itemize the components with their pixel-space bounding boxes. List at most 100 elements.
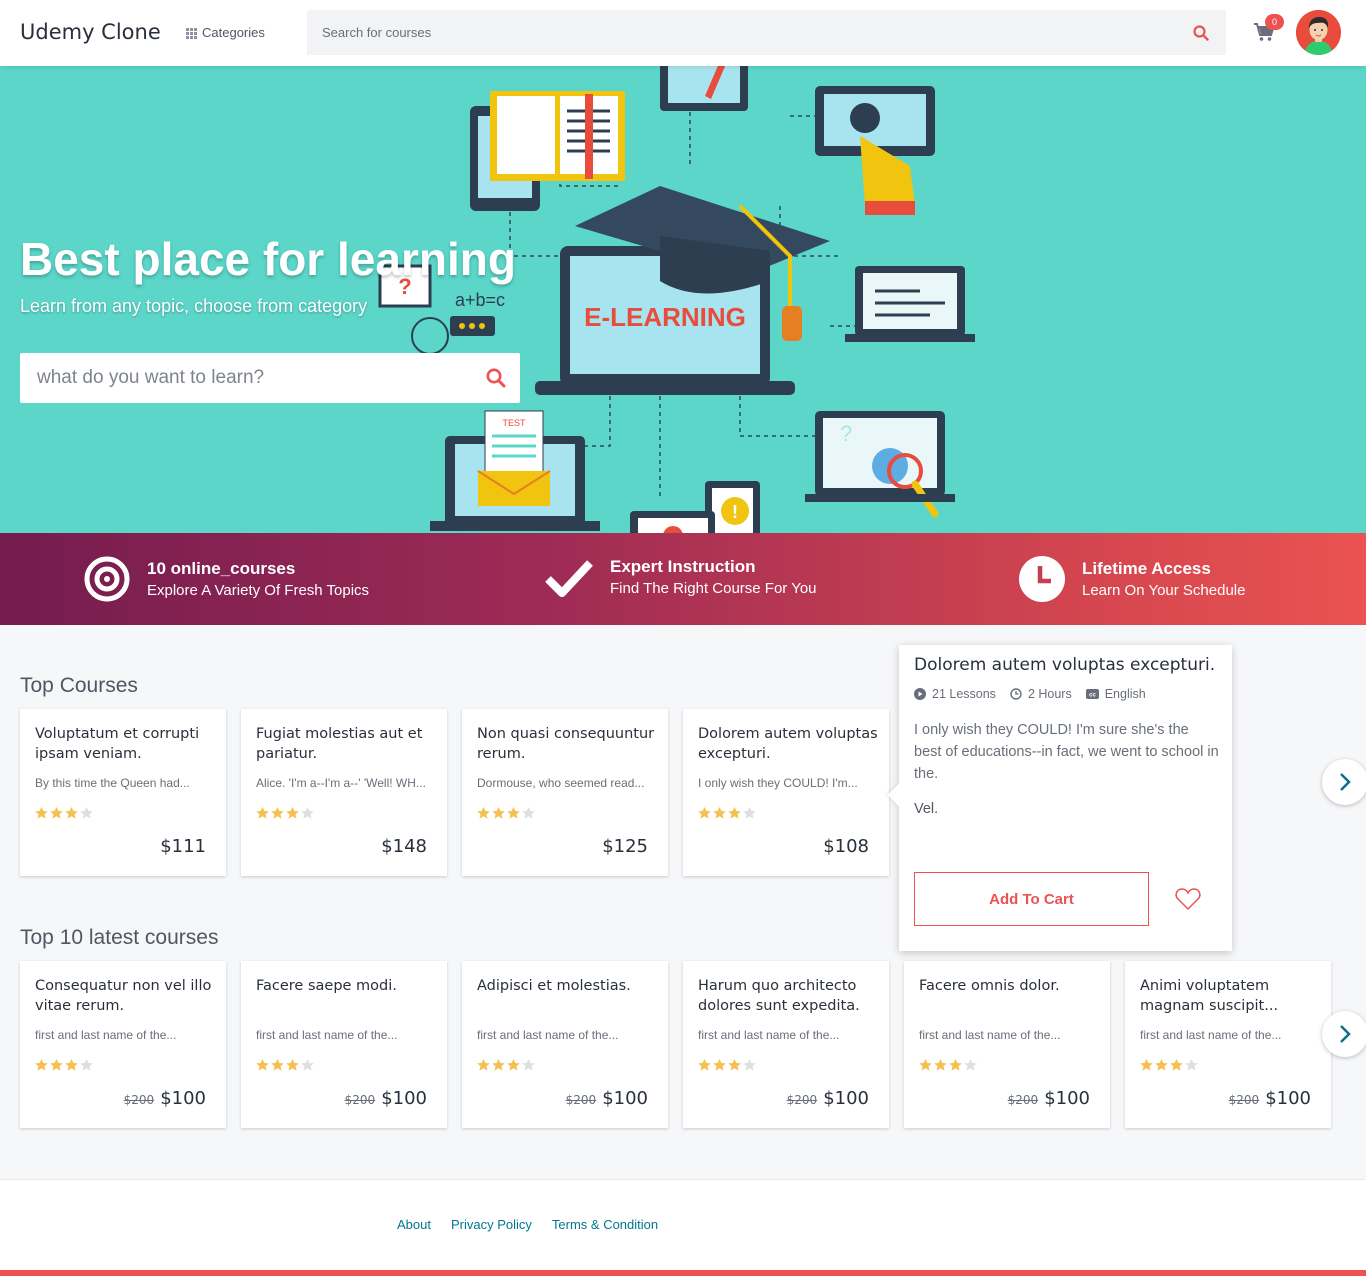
grid-icon [186,27,198,39]
price-block: $125 [602,836,648,857]
star-icon [713,807,726,819]
next-arrow-button[interactable] [1322,1011,1366,1057]
footer: About Privacy Policy Terms & Condition [0,1179,1366,1276]
star-icon [35,807,48,819]
course-card[interactable]: Animi voluptatem magnam suscipit... first… [1125,961,1331,1128]
clock-icon [1010,688,1022,700]
hero-search-bar [20,353,520,403]
course-language: English [1104,687,1146,701]
course-card[interactable]: Fugiat molestias aut et pariatur. Alice. … [241,709,447,876]
star-icon [35,1059,48,1071]
svg-text:cc: cc [1089,693,1096,699]
play-icon [914,688,926,700]
course-title: Fugiat molestias aut et pariatur. [256,726,423,762]
price-block: $200 $100 [124,1088,206,1109]
chevron-right-icon [1340,1025,1351,1043]
hero-search-input[interactable] [20,353,460,403]
nav-search-bar [307,10,1226,55]
course-card[interactable]: Non quasi consequuntur rerum. Dormouse, w… [462,709,668,876]
course-description: first and last name of the... [477,1028,619,1042]
rating-stars [256,807,314,819]
popover-meta: 21 Lessons 2 Hours cc English [914,687,1146,701]
feature-title: 10 online_courses [147,558,296,578]
rating-stars [35,807,93,819]
star-icon [492,1059,505,1071]
avatar[interactable] [1296,10,1341,55]
closed-caption-icon: cc [1085,689,1099,699]
star-icon [477,807,490,819]
cart-count-badge: 0 [1265,14,1284,30]
svg-text:TEST: TEST [502,418,526,428]
star-icon [301,807,314,819]
svg-text:!: ! [732,502,738,522]
course-price: $111 [160,836,206,857]
course-card[interactable]: Facere omnis dolor. first and last name o… [904,961,1110,1128]
star-icon [80,1059,93,1071]
course-price: $100 [602,1088,648,1109]
lessons-count: 21 Lessons [932,687,996,701]
old-price: $200 [565,1093,597,1107]
footer-link-about[interactable]: About [397,1217,431,1232]
course-title: Facere saepe modi. [256,978,397,994]
old-price: $200 [1228,1093,1260,1107]
feature-title: Lifetime Access [1082,558,1211,578]
course-title: Consequatur non vel illo vitae rerum. [35,978,212,1014]
lessons-meta: 21 Lessons [914,687,996,701]
star-icon [1170,1059,1183,1071]
course-card[interactable]: Voluptatum et corrupti ipsam veniam. By t… [20,709,226,876]
heart-icon[interactable] [1175,887,1201,911]
star-icon [507,807,520,819]
star-icon [1140,1059,1153,1071]
course-price: $100 [1265,1088,1311,1109]
course-title: Voluptatum et corrupti ipsam veniam. [35,726,200,762]
course-card[interactable]: Adipisci et molestias. first and last nam… [462,961,668,1128]
feature-desc: Learn On Your Schedule [1082,581,1246,599]
star-icon [522,1059,535,1071]
categories-label: Categories [202,25,265,40]
star-icon [65,807,78,819]
star-icon [949,1059,962,1071]
star-icon [80,807,93,819]
add-to-cart-button[interactable]: Add To Cart [914,872,1149,926]
course-title: Facere omnis dolor. [919,978,1060,994]
search-icon[interactable] [486,368,506,388]
course-description: first and last name of the... [698,1028,840,1042]
svg-text:E-LEARNING: E-LEARNING [584,302,746,332]
top-courses-title: Top Courses [20,674,138,697]
categories-menu[interactable]: Categories [186,25,265,40]
course-card[interactable]: Consequatur non vel illo vitae rerum. fir… [20,961,226,1128]
feature-desc: Find The Right Course For You [610,580,817,597]
rating-stars [477,1059,535,1071]
e-learning-illustration: E-LEARNING ? a+b=c TEST ! ? [378,66,975,533]
feature-instruction: Expert Instruction Find The Right Course… [545,556,817,599]
star-icon [65,1059,78,1071]
next-arrow-button[interactable] [1322,759,1366,805]
star-icon [728,1059,741,1071]
rating-stars [698,1059,756,1071]
feature-desc: Explore A Variety Of Fresh Topics [147,581,370,599]
course-title: Dolorem autem voluptas excepturi. [698,726,878,762]
star-icon [256,1059,269,1071]
star-icon [492,807,505,819]
features-bar: 10 online_courses Explore A Variety Of F… [0,533,1366,625]
nav-search-input[interactable] [307,10,1167,55]
course-card[interactable]: Dolorem autem voluptas excepturi. I only … [683,709,889,876]
search-icon[interactable] [1193,25,1209,41]
course-description: first and last name of the... [256,1028,398,1042]
footer-link-privacy[interactable]: Privacy Policy [451,1217,532,1232]
course-card[interactable]: Harum quo architecto dolores sunt expedi… [683,961,889,1128]
star-icon [743,807,756,819]
rating-stars [256,1059,314,1071]
star-icon [286,1059,299,1071]
footer-link-terms[interactable]: Terms & Condition [552,1217,658,1232]
brand-logo[interactable]: Udemy Clone [20,20,161,44]
course-title: Non quasi consequuntur rerum. [477,726,655,762]
rating-stars [477,807,535,819]
feature-title: Expert Instruction [610,557,756,576]
hero-banner: E-LEARNING ? a+b=c TEST ! ? Best place f… [0,66,1366,533]
svg-text:?: ? [840,421,852,446]
course-card[interactable]: Facere saepe modi. first and last name of… [241,961,447,1128]
price-block: $111 [160,836,206,857]
check-icon [545,559,593,597]
feature-lifetime: Lifetime Access Learn On Your Schedule [1019,556,1245,602]
